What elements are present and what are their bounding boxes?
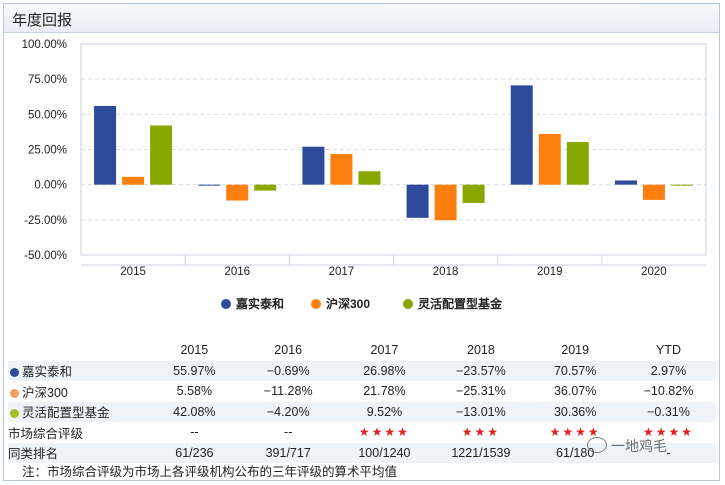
table-header-cell: 2019	[561, 343, 590, 358]
table-cell: --	[190, 425, 199, 440]
bar	[614, 180, 637, 185]
bar	[510, 85, 533, 185]
table-cell: --	[284, 425, 293, 440]
row-label-text: 灵活配置型基金	[22, 406, 110, 421]
table-cell: 70.57%	[529, 360, 621, 381]
bar	[330, 154, 353, 185]
table-cell: ★★★	[432, 422, 529, 443]
table-cell: 42.08%	[148, 401, 240, 422]
x-tick-label: 2016	[224, 266, 250, 278]
y-tick-label: 0.00%	[34, 180, 67, 192]
annual-return-chart: 100.00% 75.00% 50.00% 25.00% 0.00% -25.00% -50…	[22, 39, 707, 311]
table-row: 嘉实泰和 55.97% −0.69% 26.98% −23.57% 70.57% 2.97%	[8, 360, 716, 381]
legend-label: 灵活配置型基金	[418, 296, 503, 311]
series-dot-icon	[10, 368, 19, 378]
watermark-text: 一地鸡毛	[611, 438, 667, 454]
row-label-text: 同类排名	[8, 447, 59, 462]
row-label: 灵活配置型基金	[8, 401, 149, 422]
y-tick-label: 50.00%	[28, 109, 67, 121]
table-cell: 5.58%	[176, 384, 213, 399]
table-cell: 36.07%	[553, 384, 597, 399]
bar	[670, 184, 693, 186]
wechat-icon	[587, 437, 607, 453]
bar	[254, 184, 277, 191]
bar	[434, 184, 457, 221]
bar	[226, 184, 249, 201]
x-tick-label: 2019	[537, 266, 563, 278]
rating-stars-icon: ★★★★	[358, 425, 410, 440]
table-cell: 26.98%	[336, 360, 433, 381]
table-row: 沪深300 5.58% −11.28% 21.78% −25.31% 36.07% −10.…	[8, 381, 716, 402]
bar	[406, 184, 429, 218]
table-cell: −23.57%	[432, 360, 530, 381]
legend-marker	[403, 299, 413, 309]
table-cell: −0.31%	[620, 401, 716, 422]
row-label-text: 市场综合评级	[8, 426, 84, 441]
footnote: 注：市场综合评级为市场上各评级机构公布的三年评级的算术平均值	[22, 465, 398, 479]
table-cell: 21.78%	[363, 384, 406, 399]
bar	[122, 176, 145, 185]
table-cell: −0.69%	[239, 360, 337, 381]
bar	[642, 184, 665, 200]
y-tick-label: 75.00%	[28, 74, 67, 86]
legend-marker	[311, 299, 321, 309]
bar	[302, 146, 325, 185]
legend-marker	[221, 299, 231, 309]
table-header-row: 2015 2016 2017 2018 2019 YTD	[8, 340, 716, 361]
legend-label: 沪深300	[326, 296, 370, 311]
table-row: 灵活配置型基金 42.08% −4.20% 9.52% −13.01% 30.36% −0.…	[8, 401, 716, 422]
table-header-blank	[8, 340, 149, 361]
table-cell: −13.01%	[432, 401, 530, 422]
bar	[566, 141, 589, 185]
bar	[358, 171, 381, 185]
table-header-cell: 2017	[370, 343, 399, 358]
watermark: 一地鸡毛	[587, 436, 667, 456]
table-cell: −11.28%	[263, 384, 313, 399]
table-cell: 30.36%	[529, 401, 621, 422]
y-tick-label: 100.00%	[22, 39, 67, 51]
bar	[150, 125, 173, 185]
row-label: 嘉实泰和	[8, 360, 149, 381]
table-cell: −25.31%	[456, 384, 506, 399]
row-label: 沪深300	[8, 381, 149, 402]
x-tick-label: 2020	[641, 266, 667, 278]
table-cell: 55.97%	[148, 360, 240, 381]
rating-stars-icon: ★★★	[461, 425, 501, 440]
bar	[198, 184, 221, 186]
y-tick-label: -25.00%	[24, 215, 67, 227]
table-header-cell: 2015	[180, 343, 209, 358]
table-cell: −10.82%	[643, 384, 694, 399]
table-cell: 9.52%	[336, 401, 433, 422]
table-cell: 2.97%	[620, 360, 716, 381]
row-label: 市场综合评级	[8, 422, 149, 443]
series-dot-icon	[10, 388, 19, 398]
legend-label: 嘉实泰和	[235, 296, 284, 311]
y-tick-label: -50.00%	[24, 250, 67, 262]
x-tick-label: 2015	[120, 266, 146, 278]
bar	[94, 105, 117, 185]
x-tick-label: 2017	[329, 266, 355, 278]
table-header-cell: 2016	[274, 343, 303, 358]
table-cell: 61/236	[148, 442, 240, 463]
table-cell: −4.20%	[239, 401, 337, 422]
row-label-text: 嘉实泰和	[22, 365, 73, 380]
table-cell: 1221/1539	[432, 442, 530, 463]
x-tick-label: 2018	[433, 266, 459, 278]
table-header-cell: YTD	[655, 343, 681, 358]
y-tick-label: 25.00%	[28, 145, 67, 157]
table-header-cell: 2018	[467, 343, 495, 358]
series-dot-icon	[10, 409, 19, 419]
table-cell: 391/717	[239, 442, 337, 463]
bar	[462, 184, 485, 203]
table-cell: 100/1240	[336, 442, 433, 463]
row-label-text: 沪深300	[22, 385, 68, 400]
table-cell: ★★★★	[336, 422, 432, 443]
bar	[538, 133, 561, 185]
row-label: 同类排名	[8, 442, 149, 463]
